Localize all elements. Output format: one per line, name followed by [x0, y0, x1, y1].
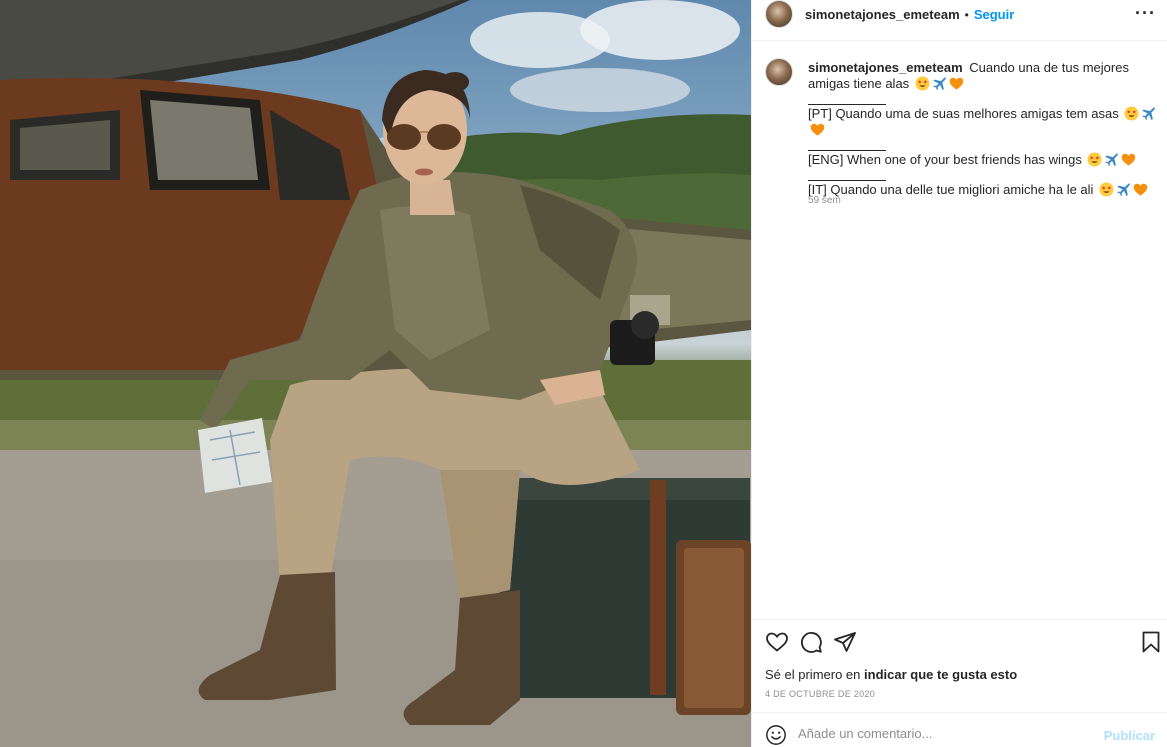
- caption-avatar[interactable]: [765, 58, 793, 86]
- heart-icon[interactable]: [765, 630, 789, 659]
- smiley-icon[interactable]: [765, 724, 787, 747]
- follow-button[interactable]: Seguir: [974, 7, 1014, 22]
- translation-it-text: [IT] Quando una delle tue migliori amich…: [808, 182, 1094, 197]
- caption-translation-eng: [ENG] When one of your best friends has …: [808, 152, 1160, 168]
- comment-form: Publicar: [752, 713, 1167, 747]
- bookmark-icon[interactable]: [1139, 630, 1163, 659]
- header-separator: •: [964, 7, 969, 22]
- translation-pt-text: [PT] Quando uma de suas melhores amigas …: [808, 106, 1119, 121]
- airplane-emoji: [1116, 182, 1131, 197]
- caption-username[interactable]: simonetajones_emeteam: [808, 60, 963, 75]
- caption-emoji-group: [1097, 182, 1148, 197]
- post-photo[interactable]: [0, 0, 751, 747]
- author-avatar[interactable]: [765, 0, 793, 28]
- caption-separator-line: [808, 104, 886, 105]
- comment-input[interactable]: [798, 722, 1098, 744]
- translation-eng-text: [ENG] When one of your best friends has …: [808, 152, 1082, 167]
- post-caption: simonetajones_emeteam Cuando una de tus …: [808, 60, 1160, 198]
- caption-emoji-group: [913, 76, 964, 91]
- post-date[interactable]: 4 DE OCTUBRE DE 2020: [765, 689, 875, 699]
- caption-emoji-group: [1085, 152, 1136, 167]
- caption-first-line: simonetajones_emeteam Cuando una de tus …: [808, 60, 1160, 92]
- caption-translation-it: [IT] Quando una delle tue migliori amich…: [808, 182, 1160, 198]
- photo-illustration: [0, 0, 751, 747]
- caption-translation-pt: [PT] Quando uma de suas melhores amigas …: [808, 106, 1160, 138]
- post-time-ago[interactable]: 59 sem: [808, 195, 841, 206]
- star-struck-emoji: [1124, 106, 1139, 121]
- star-struck-emoji: [1087, 152, 1103, 167]
- post-side-panel: simonetajones_emeteam • Seguir ··· simon…: [751, 0, 1167, 747]
- likes-summary: Sé el primero en indicar que te gusta es…: [765, 667, 1017, 682]
- airplane-emoji: [932, 76, 947, 91]
- publish-button[interactable]: Publicar: [1104, 728, 1155, 743]
- actions-divider: [752, 619, 1167, 620]
- orange-heart-emoji: [949, 76, 964, 91]
- comment-icon[interactable]: [799, 630, 823, 659]
- author-username[interactable]: simonetajones_emeteam: [805, 7, 960, 22]
- airplane-emoji: [1141, 106, 1156, 121]
- star-struck-emoji: [1099, 182, 1114, 197]
- star-struck-emoji: [915, 76, 930, 91]
- send-icon[interactable]: [833, 630, 857, 659]
- more-horizontal-icon[interactable]: ···: [1135, 4, 1156, 22]
- orange-heart-emoji: [810, 122, 825, 137]
- orange-heart-emoji: [1121, 152, 1136, 167]
- caption-separator-line: [808, 150, 886, 151]
- orange-heart-emoji: [1133, 182, 1148, 197]
- airplane-emoji: [1104, 152, 1119, 167]
- like-this-link[interactable]: indicar que te gusta esto: [864, 667, 1017, 682]
- likes-prefix: Sé el primero en: [765, 667, 861, 682]
- post-header: simonetajones_emeteam • Seguir ···: [752, 0, 1167, 29]
- header-divider: [752, 40, 1167, 41]
- caption-separator-line: [808, 180, 886, 181]
